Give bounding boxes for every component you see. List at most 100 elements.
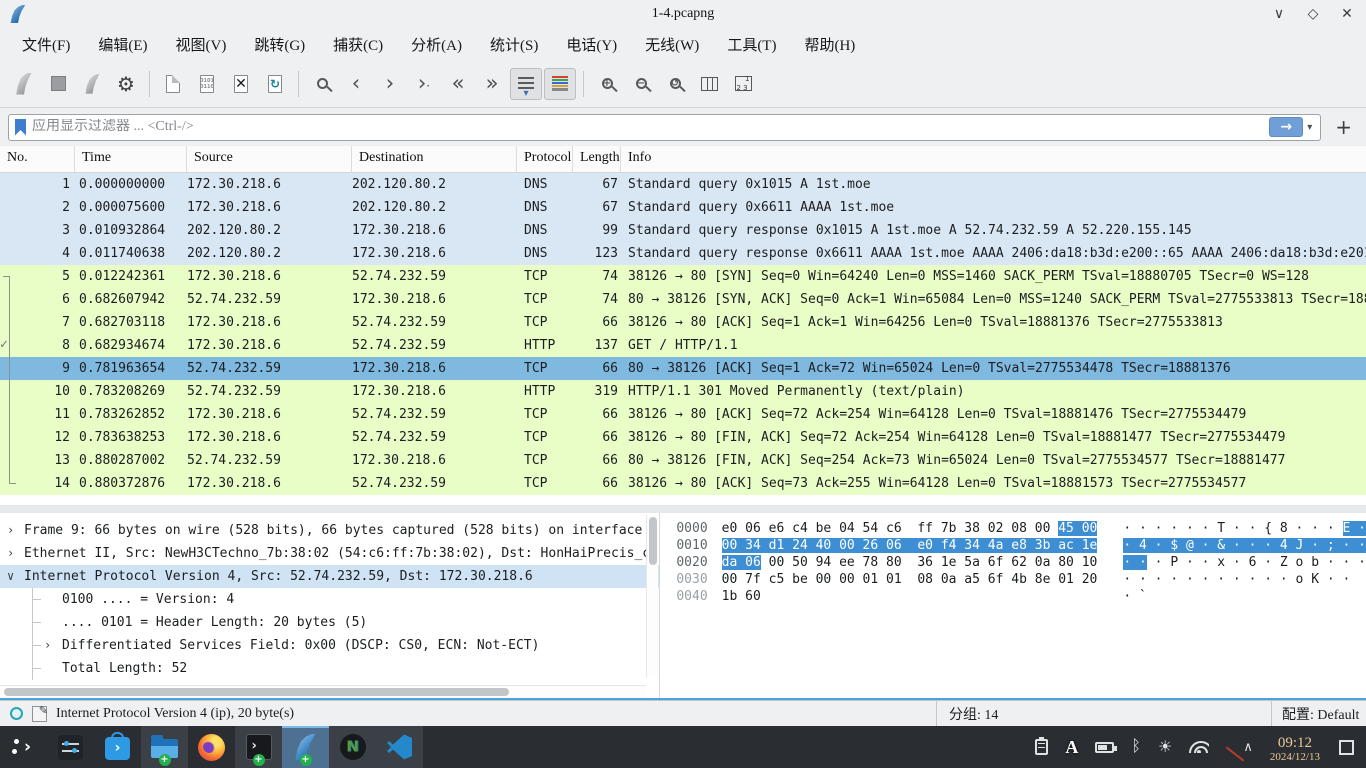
menu-item-7[interactable]: 电话(Y) <box>552 31 631 58</box>
taskbar-app-firefox[interactable] <box>188 726 235 768</box>
collapse-icon[interactable]: ∨ <box>7 565 14 588</box>
go-back-button[interactable]: ‹ <box>340 68 372 100</box>
taskbar-app-file-manager[interactable]: + <box>141 726 188 768</box>
zoom-reset-button[interactable]: ↺ <box>659 68 691 100</box>
detail-line-6[interactable]: Total Length: 52 <box>0 657 659 680</box>
bluetooth-icon[interactable]: ᛒ <box>1131 738 1141 756</box>
taskbar-app-system-settings[interactable] <box>47 726 94 768</box>
resize-columns-button[interactable] <box>693 68 725 100</box>
hex-row-0040[interactable]: 00401b 60 · ` <box>676 588 1366 605</box>
close-button[interactable]: ✕ <box>1338 6 1356 22</box>
packet-row-8[interactable]: 80.682934674172.30.218.652.74.232.59HTTP… <box>0 334 1366 357</box>
column-header-length[interactable]: Length <box>573 146 621 172</box>
start-capture-button[interactable] <box>8 68 40 100</box>
brightness-icon[interactable]: ☀ <box>1158 737 1172 757</box>
input-method-icon[interactable]: A <box>1065 737 1078 758</box>
packet-row-6[interactable]: 60.68260794252.74.232.59172.30.218.6TCP7… <box>0 288 1366 311</box>
packet-row-10[interactable]: 100.78320826952.74.232.59172.30.218.6HTT… <box>0 380 1366 403</box>
menu-item-5[interactable]: 分析(A) <box>397 31 476 58</box>
packet-row-2[interactable]: 20.000075600172.30.218.6202.120.80.2DNS6… <box>0 196 1366 219</box>
menu-item-9[interactable]: 工具(T) <box>713 31 790 58</box>
filter-dropdown-caret[interactable]: ▾ <box>1303 122 1316 133</box>
expand-icon[interactable]: › <box>7 542 14 565</box>
reload-file-button[interactable]: ↻ <box>259 68 291 100</box>
go-to-packet-button[interactable]: ›· <box>408 68 440 100</box>
taskbar-app-discover[interactable] <box>94 726 141 768</box>
taskbar-app-vscode[interactable] <box>376 726 423 768</box>
packet-row-13[interactable]: 130.88028700252.74.232.59172.30.218.6TCP… <box>0 449 1366 472</box>
auto-scroll-button[interactable] <box>510 68 542 100</box>
hex-row-0020[interactable]: 0020da 06 00 50 94 ee 78 80 36 1e 5a 6f … <box>676 554 1366 571</box>
packet-row-7[interactable]: 70.682703118172.30.218.652.74.232.59TCP6… <box>0 311 1366 334</box>
expand-icon[interactable]: › <box>44 634 51 657</box>
hex-row-0030[interactable]: 003000 7f c5 be 00 00 01 01 08 0a a5 6f … <box>676 571 1366 588</box>
column-header-time[interactable]: Time <box>75 146 187 172</box>
scrollbar-thumb[interactable] <box>4 688 509 696</box>
find-packet-button[interactable] <box>306 68 338 100</box>
close-file-button[interactable]: ✕ <box>225 68 257 100</box>
column-header-source[interactable]: Source <box>187 146 352 172</box>
scrollbar-thumb[interactable] <box>649 517 657 565</box>
menu-item-6[interactable]: 统计(S) <box>476 31 552 58</box>
restart-capture-button[interactable] <box>76 68 108 100</box>
capture-comment-icon[interactable] <box>32 706 47 722</box>
menu-item-8[interactable]: 无线(W) <box>631 31 713 58</box>
add-filter-button[interactable]: + <box>1329 115 1358 139</box>
taskbar-app-wireshark[interactable]: + <box>282 726 329 768</box>
detail-line-1[interactable]: ›Ethernet II, Src: NewH3CTechno_7b:38:02… <box>0 542 659 565</box>
open-file-button[interactable] <box>157 68 189 100</box>
minimize-button[interactable]: ∨ <box>1270 6 1288 22</box>
battery-icon[interactable] <box>1095 742 1114 753</box>
detail-line-5[interactable]: ›Differentiated Services Field: 0x00 (DS… <box>0 634 659 657</box>
show-desktop-icon[interactable] <box>1339 740 1354 755</box>
taskbar-app-neovim[interactable] <box>329 726 376 768</box>
zoom-in-button[interactable]: + <box>591 68 623 100</box>
capture-options-button[interactable]: ⚙ <box>110 68 142 100</box>
packet-row-14[interactable]: 140.880372876172.30.218.652.74.232.59TCP… <box>0 472 1366 495</box>
menu-item-10[interactable]: 帮助(H) <box>790 31 869 58</box>
last-packet-button[interactable]: » <box>476 68 508 100</box>
maximize-button[interactable]: ◇ <box>1304 6 1322 22</box>
detail-line-0[interactable]: ›Frame 9: 66 bytes on wire (528 bits), 6… <box>0 519 659 542</box>
hex-row-0000[interactable]: 0000e0 06 e6 c4 be 04 54 c6 ff 7b 38 02 … <box>676 520 1366 537</box>
column-header-info[interactable]: Info <box>621 146 1366 172</box>
clock[interactable]: 09:12 2024/12/13 <box>1270 731 1320 764</box>
column-header-no[interactable]: No. <box>0 146 75 172</box>
clipboard-icon[interactable] <box>1035 739 1048 755</box>
detail-line-3[interactable]: 0100 .... = Version: 4 <box>0 588 659 611</box>
details-vertical-scrollbar[interactable] <box>646 515 658 677</box>
status-profile[interactable]: 配置: Default <box>1282 704 1359 724</box>
pane-splitter[interactable] <box>0 505 1366 513</box>
detail-line-2[interactable]: ∨Internet Protocol Version 4, Src: 52.74… <box>0 565 659 588</box>
zoom-out-button[interactable]: − <box>625 68 657 100</box>
go-forward-button[interactable]: › <box>374 68 406 100</box>
detail-line-4[interactable]: .... 0101 = Header Length: 20 bytes (5) <box>0 611 659 634</box>
stop-capture-button[interactable] <box>42 68 74 100</box>
chevron-up-icon[interactable]: ∧ <box>1243 740 1253 755</box>
menu-item-2[interactable]: 视图(V) <box>162 31 241 58</box>
expert-info-icon[interactable] <box>10 707 23 720</box>
menu-item-0[interactable]: 文件(F) <box>8 31 84 58</box>
packet-row-9[interactable]: 90.78196365452.74.232.59172.30.218.6TCP6… <box>0 357 1366 380</box>
display-filter-input[interactable] <box>32 119 1269 135</box>
taskbar-app-terminal[interactable]: + <box>235 726 282 768</box>
packet-row-5[interactable]: 50.012242361172.30.218.652.74.232.59TCP7… <box>0 265 1366 288</box>
menu-item-3[interactable]: 跳转(G) <box>240 31 319 58</box>
taskbar-app-app-launcher[interactable]: › <box>0 726 47 768</box>
column-header-protocol[interactable]: Protocol <box>517 146 573 172</box>
column-header-destination[interactable]: Destination <box>352 146 517 172</box>
packet-row-1[interactable]: 10.000000000172.30.218.6202.120.80.2DNS6… <box>0 173 1366 196</box>
colorize-button[interactable] <box>544 68 576 100</box>
save-file-button[interactable]: 01010110 <box>191 68 223 100</box>
menu-item-4[interactable]: 捕获(C) <box>319 31 397 58</box>
packet-row-4[interactable]: 40.011740638202.120.80.2172.30.218.6DNS1… <box>0 242 1366 265</box>
first-packet-button[interactable]: « <box>442 68 474 100</box>
expand-icon[interactable]: › <box>7 519 14 542</box>
apply-filter-button[interactable]: → <box>1269 117 1303 137</box>
hex-row-0010[interactable]: 001000 34 d1 24 40 00 26 06 e0 f4 34 4a … <box>676 537 1366 554</box>
menu-item-1[interactable]: 编辑(E) <box>84 31 161 58</box>
packet-row-12[interactable]: 120.783638253172.30.218.652.74.232.59TCP… <box>0 426 1366 449</box>
bookmark-icon[interactable] <box>15 119 26 136</box>
packet-row-11[interactable]: 110.783262852172.30.218.652.74.232.59TCP… <box>0 403 1366 426</box>
packet-row-3[interactable]: 30.010932864202.120.80.2172.30.218.6DNS9… <box>0 219 1366 242</box>
